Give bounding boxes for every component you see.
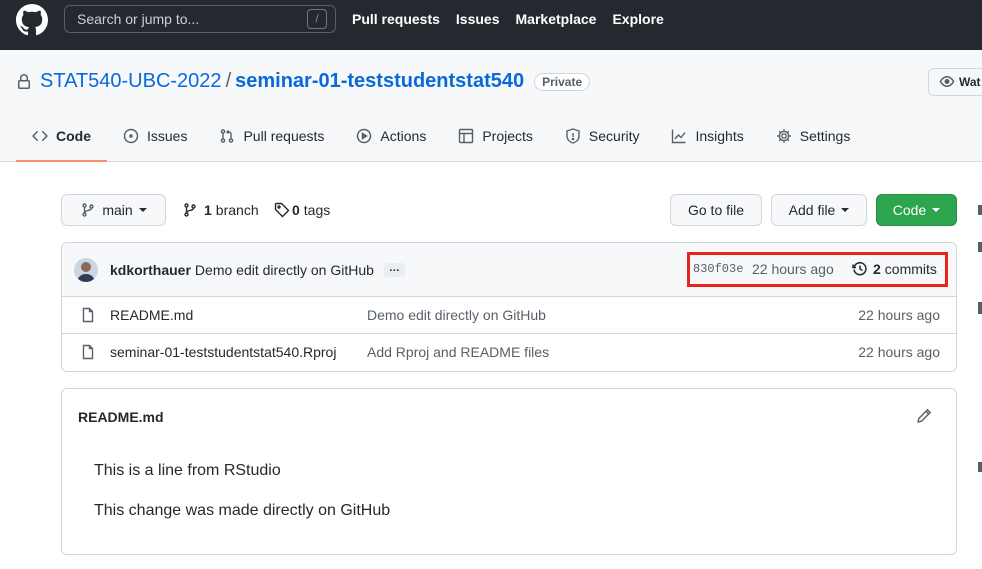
avatar[interactable] — [74, 257, 98, 282]
commit-count: 2 — [873, 261, 881, 277]
repo-title: STAT540-UBC-2022 / seminar-01-teststuden… — [16, 70, 591, 93]
tag-icon — [274, 202, 290, 218]
graph-icon — [672, 129, 687, 144]
tab-code-label: Code — [56, 128, 91, 144]
watch-label: Wat — [959, 75, 981, 89]
branch-select-button[interactable]: main — [61, 194, 166, 226]
readme-panel: README.md This is a line from RStudio Th… — [61, 388, 957, 555]
global-nav: Pull requests Issues Marketplace Explore — [352, 11, 664, 27]
commit-age: 22 hours ago — [752, 261, 834, 277]
latest-commit-bar: kdkorthauer Demo edit directly on GitHub… — [62, 243, 956, 297]
code-icon — [32, 130, 48, 142]
tab-settings-label: Settings — [799, 128, 851, 144]
global-header: Search or jump to... / Pull requests Iss… — [0, 0, 982, 50]
readme-paragraph: This is a line from RStudio — [94, 462, 281, 479]
nav-explore[interactable]: Explore — [612, 11, 663, 27]
search-input[interactable]: Search or jump to... / — [64, 5, 336, 33]
tab-code[interactable]: Code — [16, 112, 107, 162]
table-icon — [459, 128, 474, 144]
issue-icon — [123, 128, 139, 144]
nav-pull-requests[interactable]: Pull requests — [352, 11, 440, 27]
commit-author[interactable]: kdkorthauer — [110, 262, 191, 278]
eye-icon — [939, 76, 955, 87]
code-button-label: Code — [892, 202, 927, 218]
watch-button[interactable]: Wat — [928, 68, 982, 96]
file-icon — [82, 307, 94, 323]
add-file-label: Add file — [788, 202, 836, 218]
commits-link[interactable]: 2 commits — [852, 261, 937, 277]
visibility-badge: Private — [534, 72, 591, 91]
go-to-file-button[interactable]: Go to file — [670, 194, 762, 226]
tab-issues[interactable]: Issues — [107, 112, 203, 160]
search-shortcut-key: / — [307, 9, 327, 29]
go-to-file-label: Go to file — [687, 202, 745, 218]
branch-icon — [184, 203, 196, 217]
shield-icon — [566, 128, 580, 144]
repo-header: STAT540-UBC-2022 / seminar-01-teststuden… — [0, 50, 982, 162]
tags-link[interactable]: 0 tags — [274, 202, 330, 218]
github-logo-icon[interactable] — [16, 4, 48, 36]
tab-projects[interactable]: Projects — [442, 112, 549, 160]
nav-marketplace[interactable]: Marketplace — [516, 11, 597, 27]
tab-insights-label: Insights — [695, 128, 744, 144]
sidebar-fragment — [978, 302, 982, 314]
expand-commit-button[interactable]: … — [383, 262, 405, 277]
tab-projects-label: Projects — [482, 128, 533, 144]
pencil-icon[interactable] — [916, 408, 932, 424]
file-browser: kdkorthauer Demo edit directly on GitHub… — [61, 242, 957, 372]
table-row: seminar-01-teststudentstat540.Rproj Add … — [62, 334, 956, 371]
file-commit-message[interactable]: Demo edit directly on GitHub — [367, 307, 546, 323]
table-row: README.md Demo edit directly on GitHub 2… — [62, 297, 956, 334]
sidebar-fragment — [978, 242, 982, 252]
tab-pull-requests[interactable]: Pull requests — [203, 112, 340, 160]
branches-link[interactable]: 1 branch — [182, 202, 259, 218]
commit-count-label: commits — [884, 261, 937, 277]
repo-tabs: Code Issues Pull requests Actions Projec… — [16, 112, 866, 162]
pull-request-icon — [221, 129, 234, 143]
sidebar-fragment — [978, 462, 982, 472]
repo-name-link[interactable]: seminar-01-teststudentstat540 — [235, 70, 524, 93]
chevron-down-icon — [841, 208, 850, 212]
tab-insights[interactable]: Insights — [655, 112, 759, 160]
add-file-button[interactable]: Add file — [771, 194, 867, 226]
repo-separator: / — [225, 70, 232, 92]
play-icon — [357, 128, 372, 144]
repo-owner-link[interactable]: STAT540-UBC-2022 — [40, 70, 222, 93]
branch-count: 1 — [204, 202, 212, 218]
code-button[interactable]: Code — [876, 194, 957, 226]
readme-title[interactable]: README.md — [78, 409, 164, 425]
file-name[interactable]: README.md — [110, 307, 193, 323]
tab-security-label: Security — [588, 128, 640, 144]
file-age: 22 hours ago — [858, 307, 940, 323]
commit-message[interactable]: Demo edit directly on GitHub — [195, 262, 374, 278]
chevron-down-icon — [138, 208, 147, 212]
tab-issues-label: Issues — [147, 128, 188, 144]
search-placeholder: Search or jump to... — [77, 11, 200, 27]
history-icon — [852, 261, 867, 276]
file-commit-message[interactable]: Add Rproj and README files — [367, 344, 549, 360]
sidebar-fragment — [978, 205, 982, 215]
branch-count-label: branch — [215, 202, 259, 218]
tab-pull-requests-label: Pull requests — [243, 128, 325, 144]
file-icon — [82, 344, 94, 360]
readme-paragraph: This change was made directly on GitHub — [94, 502, 391, 519]
gear-icon — [776, 129, 791, 143]
tag-count: 0 — [292, 202, 300, 218]
tab-actions-label: Actions — [380, 128, 427, 144]
file-age: 22 hours ago — [858, 344, 940, 360]
tab-settings[interactable]: Settings — [760, 112, 867, 160]
branch-name: main — [102, 202, 133, 218]
tab-actions[interactable]: Actions — [340, 112, 442, 160]
branch-icon — [82, 203, 95, 217]
commit-sha[interactable]: 830f03e — [693, 262, 743, 276]
chevron-down-icon — [932, 208, 941, 212]
lock-icon — [18, 73, 30, 89]
tag-count-label: tags — [303, 202, 331, 218]
nav-issues[interactable]: Issues — [456, 11, 500, 27]
file-name[interactable]: seminar-01-teststudentstat540.Rproj — [110, 344, 336, 360]
tab-security[interactable]: Security — [549, 112, 656, 160]
